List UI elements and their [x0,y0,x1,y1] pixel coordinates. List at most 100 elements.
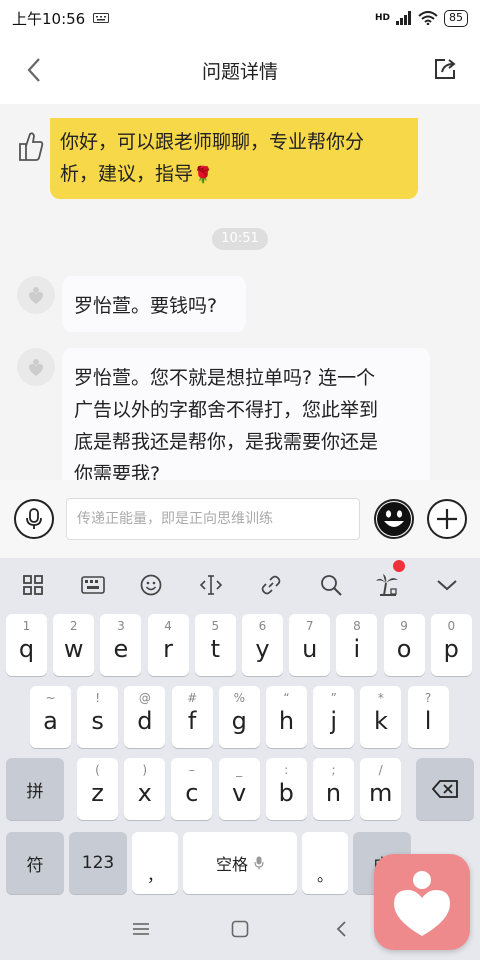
key-g[interactable]: % g [218,686,260,748]
microphone-icon [26,508,42,529]
emoji-button[interactable] [374,499,414,539]
grid-icon[interactable] [20,572,46,598]
key-v[interactable]: _ v [218,758,260,820]
back-button[interactable] [20,56,48,84]
user-message-bubble[interactable]: 罗怡萱。您不就是想拉单吗? 连一个 广告以外的字都舍不得打，您此举到 底是帮我还… [62,348,430,480]
more-button[interactable] [427,499,467,539]
emoji-icon[interactable] [138,572,164,598]
key-u[interactable]: 7u [289,614,331,676]
comma-key[interactable]: ， [132,832,178,894]
key-hint: ? [424,691,432,705]
key-label: j [330,707,338,735]
key-hint: _ [236,763,243,777]
key-hint: 2 [69,619,78,633]
share-icon [435,59,456,79]
palm-tree-icon[interactable] [374,572,400,598]
key-hint: # [187,691,198,705]
key-m[interactable]: / m [360,758,402,820]
advisor-message-line1: 你好，可以跟老师聊聊，专业帮你分 [60,131,365,153]
key-label: h [278,707,295,735]
key-label: y [255,635,270,663]
key-label: g [231,707,247,735]
share-button[interactable] [432,56,460,84]
user-message-bubble[interactable]: 罗怡萱。要钱吗? [62,276,246,332]
key-p[interactable]: 0p [430,614,472,676]
keyboard-toolbar [0,558,480,612]
heart-person-icon [394,871,450,936]
user-avatar[interactable] [17,276,55,314]
key-label: t [210,635,220,663]
key-b[interactable]: :b [265,758,307,820]
key-o[interactable]: 9o [383,614,425,676]
key-r[interactable]: 4r [147,614,189,676]
pinyin-key[interactable]: 拼 [6,758,64,820]
wifi-icon [418,11,438,25]
floating-app-icon[interactable] [374,854,470,950]
key-y[interactable]: 6y [242,614,283,676]
chevron-left-icon [27,58,40,82]
key-j[interactable]: ” j [313,686,355,748]
key-a[interactable]: ~ a [30,686,71,748]
menu-nav-icon[interactable] [130,918,152,940]
message-input[interactable]: 传递正能量，即是正向思维训练 [66,498,360,540]
advisor-message-bubble[interactable]: 你好，可以跟老师聊聊，专业帮你分 析，建议，指导🌹 [50,118,418,199]
heart-person-icon [29,359,43,376]
number-key[interactable]: 123 [69,832,127,894]
key-hint: 4 [164,619,172,633]
key-f[interactable]: # f [171,686,213,748]
heart-person-icon [29,287,43,304]
user-message-line: 你需要我? [74,463,161,480]
key-h[interactable]: “h [266,686,307,748]
symbol-key[interactable]: 符 [6,832,64,894]
key-label: d [137,707,153,735]
link-icon[interactable] [258,572,284,598]
key-label: s [91,707,104,735]
key-s[interactable]: ! s [77,686,119,748]
keyboard-layout-icon[interactable] [80,572,106,598]
search-icon[interactable] [318,572,344,598]
key-l[interactable]: ? l [407,686,449,748]
key-label: p [443,635,459,663]
key-hint: – [188,763,195,777]
voice-button[interactable] [14,499,54,539]
key-hint: 0 [447,619,456,633]
cursor-move-icon[interactable] [198,572,224,598]
period-key-label: 。 [316,866,333,885]
chat-area[interactable]: 你好，可以跟老师聊聊，专业帮你分 析，建议，指导🌹 10:51 罗怡萱。要钱吗?… [0,104,480,480]
signal-icon [396,11,411,25]
key-e[interactable]: 3e [100,614,142,676]
key-label: k [373,707,388,735]
key-hint: ! [95,691,101,705]
message-input-bar: 传递正能量，即是正向思维训练 [0,480,480,558]
back-nav-icon[interactable] [330,918,352,940]
user-message-line: 底是帮我还是帮你，是我需要你还是 [74,431,379,453]
key-hint: * [377,691,384,705]
key-hint: ) [142,763,148,777]
timestamp-pill: 10:51 [212,228,268,250]
smiley-icon [377,502,411,536]
key-label: q [18,635,35,663]
key-z[interactable]: (z [77,758,118,820]
period-key[interactable]: 。 [302,832,348,894]
key-q[interactable]: 1q [6,614,47,676]
backspace-key[interactable] [416,758,474,820]
key-k[interactable]: * k [360,686,402,748]
key-c[interactable]: – c [171,758,213,820]
key-i[interactable]: 8i [336,614,378,676]
home-nav-icon[interactable] [229,918,251,940]
key-hint: 6 [258,619,267,633]
collapse-keyboard-icon[interactable] [434,572,460,598]
key-hint: “ [283,691,290,705]
key-n[interactable]: ; n [313,758,354,820]
key-hint: ” [330,691,337,705]
key-t[interactable]: 5t [194,614,236,676]
user-message-text: 罗怡萱。要钱吗? [74,295,218,317]
keyboard-status-icon [93,13,110,23]
key-x[interactable]: ) x [124,758,166,820]
thumbs-up-icon[interactable] [18,130,44,162]
key-w[interactable]: 2w [53,614,95,676]
key-d[interactable]: @ d [124,686,166,748]
user-avatar[interactable] [17,348,55,386]
space-key[interactable]: 空格 [183,832,297,894]
microphone-icon [254,856,264,870]
